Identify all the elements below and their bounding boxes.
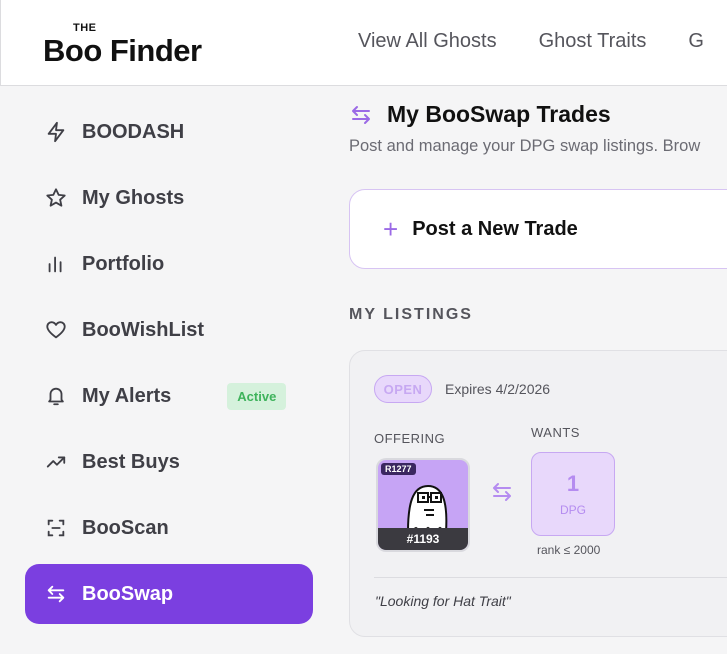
- offered-ghost-nft[interactable]: R1277 #1193: [376, 458, 470, 552]
- sidebar-item-label: Best Buys: [82, 450, 180, 473]
- scan-icon: [43, 515, 69, 541]
- sidebar-item-label: My Ghosts: [82, 186, 185, 209]
- bar-chart-icon: [43, 251, 69, 277]
- sidebar-item-booscan[interactable]: BooScan: [25, 498, 313, 558]
- sidebar-item-boowishlist[interactable]: BooWishList: [25, 300, 313, 360]
- heart-icon: [43, 317, 69, 343]
- sidebar-item-best-buys[interactable]: Best Buys: [25, 432, 313, 492]
- nav-view-all-ghosts[interactable]: View All Ghosts: [358, 30, 497, 53]
- sidebar-item-my-ghosts[interactable]: My Ghosts: [25, 168, 313, 228]
- post-new-trade-label: Post a New Trade: [412, 217, 578, 240]
- sidebar-item-label: BooWishList: [82, 318, 205, 341]
- rank-requirement: rank ≤ 2000: [537, 543, 601, 557]
- top-nav: View All Ghosts Ghost Traits G: [358, 30, 704, 53]
- listing-card[interactable]: OPEN Expires 4/2/2026 OFFERING WANTS R12…: [349, 350, 727, 637]
- top-header: THE Boo Finder View All Ghosts Ghost Tra…: [0, 0, 727, 86]
- sidebar-item-label: Portfolio: [82, 252, 165, 275]
- sidebar-item-label: BooScan: [82, 516, 169, 539]
- divider: [374, 577, 727, 578]
- logo-text: Boo Finder: [43, 33, 202, 68]
- nft-id: #1193: [378, 528, 468, 550]
- sidebar-item-label: BooSwap: [82, 582, 174, 605]
- page-title: My BooSwap Trades: [349, 101, 611, 128]
- wants-unit: DPG: [559, 503, 586, 517]
- wants-count: 1: [566, 471, 580, 496]
- sidebar-item-portfolio[interactable]: Portfolio: [25, 234, 313, 294]
- bell-icon: [43, 383, 69, 409]
- main-content: My BooSwap Trades Post and manage your D…: [336, 87, 727, 654]
- page-heading: My BooSwap Trades: [387, 101, 611, 127]
- trending-up-icon: [43, 449, 69, 475]
- sidebar-item-my-alerts[interactable]: My Alerts Active: [25, 366, 313, 426]
- swap-icon: [349, 103, 375, 127]
- nav-ghost-traits[interactable]: Ghost Traits: [539, 30, 647, 53]
- swap-icon: [43, 581, 69, 607]
- star-icon: [43, 185, 69, 211]
- status-badge: Active: [227, 382, 287, 410]
- boo-finder-logo[interactable]: THE Boo Finder: [43, 20, 213, 70]
- sidebar-item-boodash[interactable]: BOODASH: [25, 102, 313, 162]
- status-badge: OPEN: [374, 375, 432, 403]
- sidebar: BOODASH My Ghosts Portfolio BooWishList …: [0, 87, 336, 654]
- offering-label: OFFERING: [374, 431, 446, 446]
- sidebar-item-booswap[interactable]: BooSwap: [25, 564, 313, 624]
- wants-label: WANTS: [531, 425, 580, 440]
- expires-text: Expires 4/2/2026: [445, 381, 551, 397]
- listing-note: "Looking for Hat Trait": [375, 593, 511, 609]
- lightning-icon: [43, 119, 69, 145]
- sidebar-item-label: My Alerts: [82, 384, 172, 407]
- nav-item-truncated[interactable]: G: [688, 30, 704, 53]
- wanted-dpg-box[interactable]: 1 DPG: [531, 452, 615, 536]
- post-new-trade-button[interactable]: + Post a New Trade: [349, 189, 727, 269]
- sidebar-item-label: BOODASH: [82, 120, 185, 143]
- swap-arrows-icon: [493, 483, 511, 501]
- section-label-my-listings: MY LISTINGS: [349, 306, 473, 323]
- plus-icon: +: [383, 214, 399, 244]
- page-subtitle: Post and manage your DPG swap listings. …: [349, 137, 701, 155]
